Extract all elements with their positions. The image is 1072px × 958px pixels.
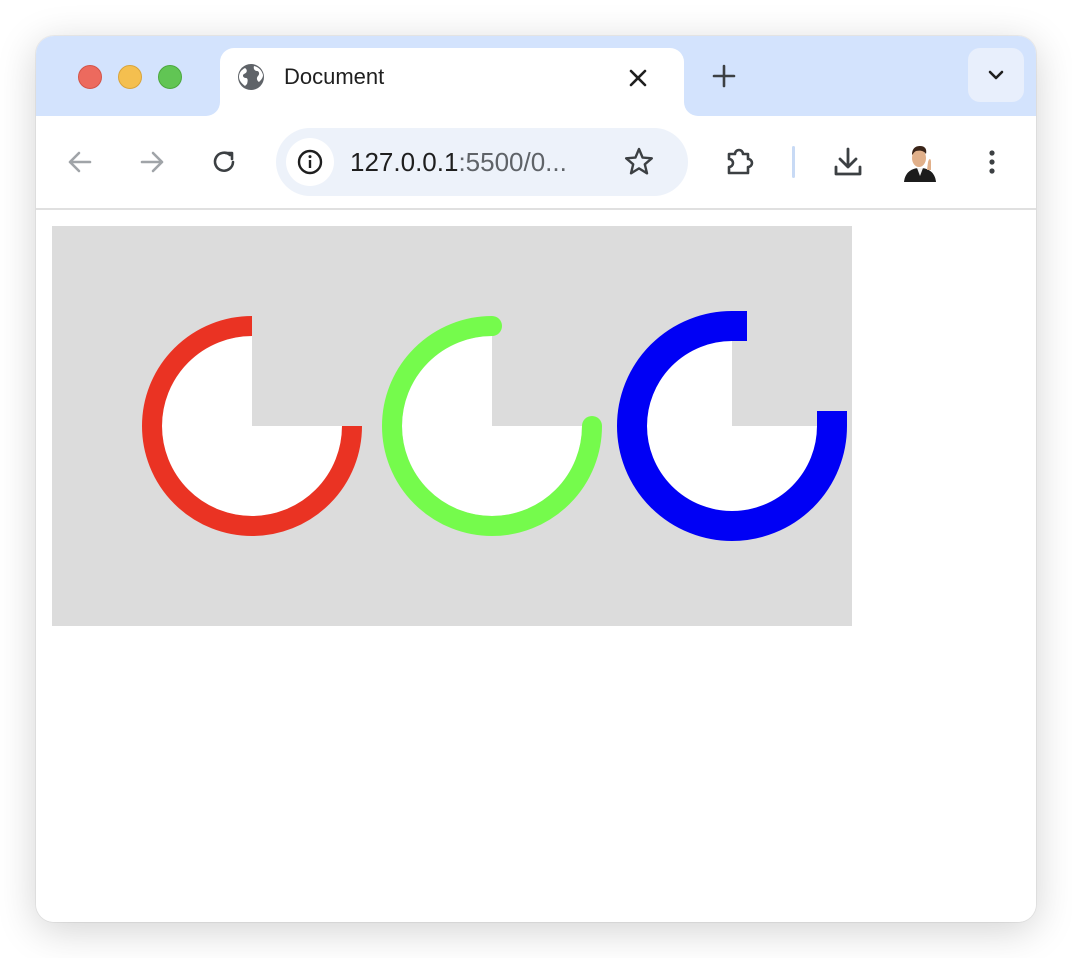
avatar[interactable] xyxy=(902,138,938,182)
tab-search-button[interactable] xyxy=(968,48,1024,102)
window-maximize-button[interactable] xyxy=(158,65,182,89)
arc-group xyxy=(142,310,848,541)
window-close-button[interactable] xyxy=(78,65,102,89)
tab-strip: Document xyxy=(36,36,1036,116)
kebab-menu-icon[interactable] xyxy=(972,142,1012,182)
window-minimize-button[interactable] xyxy=(118,65,142,89)
globe-icon xyxy=(238,64,264,90)
info-icon xyxy=(297,149,323,175)
site-info-button[interactable] xyxy=(286,138,334,186)
arc-fill-red xyxy=(162,336,342,516)
url-text: 127.0.0.1:5500/0... xyxy=(350,145,567,179)
address-bar[interactable]: 127.0.0.1:5500/0... xyxy=(276,128,688,196)
download-icon[interactable] xyxy=(828,142,868,182)
plus-icon[interactable] xyxy=(708,60,740,92)
arc-fill-blue xyxy=(647,341,817,511)
arrow-right-icon[interactable] xyxy=(132,142,172,182)
close-icon[interactable] xyxy=(624,64,652,92)
arrow-left-icon[interactable] xyxy=(60,142,100,182)
tab-document[interactable]: Document xyxy=(220,48,684,116)
puzzle-icon[interactable] xyxy=(720,142,760,182)
arc-fill-green xyxy=(402,336,582,516)
browser-toolbar: 127.0.0.1:5500/0... xyxy=(36,116,1036,210)
url-host: 127.0.0.1 xyxy=(350,147,459,177)
star-icon[interactable] xyxy=(622,145,656,179)
url-path: :5500/0... xyxy=(458,147,567,177)
browser-window: Document 127.0.0.1:5500/0... xyxy=(36,36,1036,922)
toolbar-separator xyxy=(792,146,795,178)
page-content xyxy=(36,210,1036,922)
tab-title: Document xyxy=(284,64,385,89)
drawing-canvas xyxy=(52,226,852,626)
reload-icon[interactable] xyxy=(204,142,244,182)
chevron-down-icon xyxy=(988,70,1004,80)
